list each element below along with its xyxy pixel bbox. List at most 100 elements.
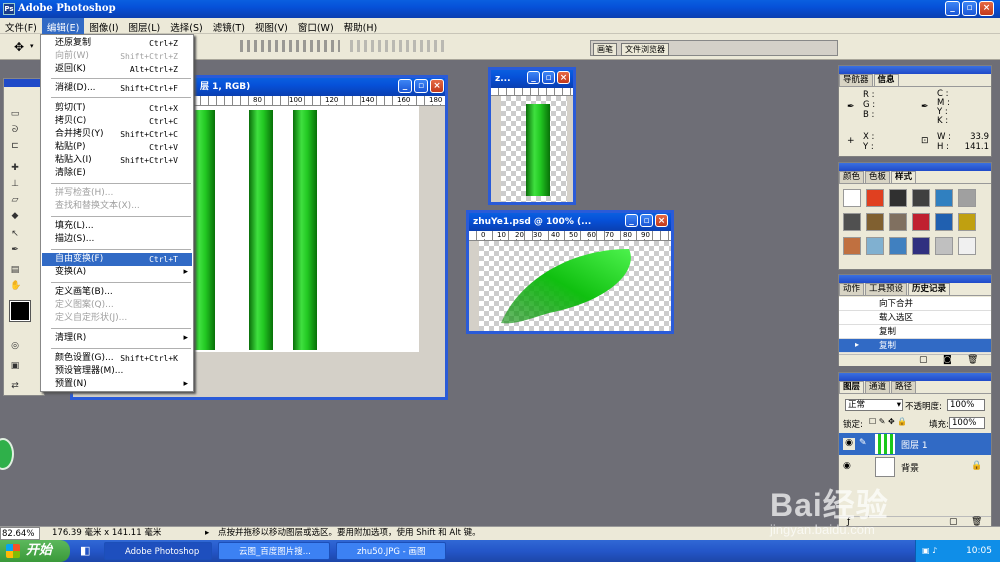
menu-item-preset-manager[interactable]: 预设管理器(M)... — [42, 365, 192, 378]
align-buttons[interactable] — [240, 40, 340, 52]
notes-tool-icon[interactable]: ▤ — [10, 265, 20, 275]
delete-state-icon[interactable]: 🗑 — [967, 355, 978, 365]
menu-item-color-settings[interactable]: 颜色设置(G)... Shift+Ctrl+K — [42, 352, 192, 365]
doc-minimize-button[interactable]: _ — [398, 79, 412, 93]
style-swatch[interactable] — [889, 189, 907, 207]
close-button[interactable]: × — [979, 1, 994, 16]
style-swatch[interactable] — [866, 189, 884, 207]
style-swatch[interactable] — [866, 213, 884, 231]
menu-item-paste-into[interactable]: 粘贴入(I) Shift+Ctrl+V — [42, 154, 192, 167]
leaf-doc-maximize-button[interactable]: ▫ — [640, 214, 653, 227]
tab-layers[interactable]: 图层 — [839, 381, 865, 393]
style-swatch[interactable] — [889, 237, 907, 255]
menu-item-transform[interactable]: 变换(A) ▸ — [42, 266, 192, 279]
layer-row-layer1[interactable]: ◉ ✎ 图层 1 — [839, 433, 991, 455]
menu-item-clear[interactable]: 清除(E) — [42, 167, 192, 180]
crop-tool-icon[interactable]: ⊏ — [10, 141, 20, 151]
history-step[interactable]: 载入选区 — [839, 311, 991, 325]
menu-item-step-backward[interactable]: 返回(K) Alt+Ctrl+Z — [42, 63, 192, 76]
style-swatch[interactable] — [958, 189, 976, 207]
tab-actions[interactable]: 动作 — [839, 283, 865, 295]
small-doc-close-button[interactable]: × — [557, 71, 570, 84]
style-swatch[interactable] — [935, 213, 953, 231]
jump-to-imageready-icon[interactable]: ⇄ — [10, 381, 20, 391]
menu-item-copy-merged[interactable]: 合并拷贝(Y) Shift+Ctrl+C — [42, 128, 192, 141]
marquee-tool-icon[interactable]: ▭ — [10, 109, 20, 119]
tab-navigator[interactable]: 导航器 — [839, 74, 873, 86]
tab-brush[interactable]: 画笔 — [593, 43, 617, 56]
foreground-color[interactable] — [9, 300, 31, 322]
small-doc-minimize-button[interactable]: _ — [527, 71, 540, 84]
minimize-button[interactable]: _ — [945, 1, 960, 16]
opacity-input[interactable]: 100% — [947, 399, 985, 411]
menu-item-undo[interactable]: 还原复制 Ctrl+Z — [42, 37, 192, 50]
snapshot-icon[interactable]: ◙ — [943, 355, 952, 365]
layer-row-background[interactable]: ◉ 背景 🔒 — [839, 456, 991, 478]
maximize-button[interactable]: ▫ — [962, 1, 977, 16]
style-swatch[interactable] — [866, 237, 884, 255]
quick-mask-icon[interactable]: ◎ — [10, 341, 20, 351]
path-select-tool-icon[interactable]: ↖ — [10, 229, 20, 239]
tab-color[interactable]: 颜色 — [839, 171, 865, 183]
leaf-doc-minimize-button[interactable]: _ — [625, 214, 638, 227]
style-swatch[interactable] — [912, 237, 930, 255]
menu-item-preferences[interactable]: 预置(N) ▸ — [42, 378, 192, 391]
zoom-input[interactable]: 82.64% — [0, 527, 40, 540]
new-document-icon[interactable]: ▢ — [919, 355, 928, 365]
small-doc-canvas[interactable] — [501, 96, 567, 202]
menu-item-define-pattern[interactable]: 定义图案(Q)... — [42, 299, 192, 312]
task-photoshop[interactable]: Adobe Photoshop — [104, 542, 212, 560]
tab-paths[interactable]: 路径 — [891, 381, 917, 393]
menu-item-define-brush[interactable]: 定义画笔(B)... — [42, 286, 192, 299]
leaf-doc-close-button[interactable]: × — [655, 214, 668, 227]
tab-file-browser[interactable]: 文件浏览器 — [621, 43, 669, 56]
style-swatch[interactable] — [958, 213, 976, 231]
menu-item-fade[interactable]: 消褪(D)... Shift+Ctrl+F — [42, 82, 192, 95]
style-swatch[interactable] — [843, 189, 861, 207]
lasso-tool-icon[interactable]: ᘐ — [10, 125, 20, 135]
tab-history[interactable]: 历史记录 — [908, 283, 951, 295]
style-swatch[interactable] — [958, 237, 976, 255]
tab-styles[interactable]: 样式 — [891, 171, 917, 183]
style-swatch[interactable] — [935, 189, 953, 207]
menu-item-purge[interactable]: 清理(R) ▸ — [42, 332, 192, 345]
style-swatch[interactable] — [935, 237, 953, 255]
style-swatch[interactable] — [912, 213, 930, 231]
small-doc-maximize-button[interactable]: ▫ — [542, 71, 555, 84]
doc-close-button[interactable]: × — [430, 79, 444, 93]
tab-tool-presets[interactable]: 工具预设 — [865, 283, 908, 295]
task-paint[interactable]: zhu50.JPG - 画图 — [336, 542, 446, 560]
menu-item-stroke[interactable]: 描边(S)... — [42, 233, 192, 246]
dropdown-arrow-icon[interactable]: ▾ — [30, 42, 34, 50]
menu-item-fill[interactable]: 填充(L)... — [42, 220, 192, 233]
visibility-eye-icon[interactable]: ◉ — [843, 461, 851, 471]
style-swatch[interactable] — [889, 213, 907, 231]
task-browser[interactable]: 云图_百度图片搜... — [218, 542, 330, 560]
floating-badge[interactable] — [0, 438, 14, 470]
status-arrow-icon[interactable]: ▸ — [205, 527, 209, 540]
menu-item-define-shape[interactable]: 定义自定形状(J)... — [42, 312, 192, 325]
menu-item-paste[interactable]: 粘贴(P) Ctrl+V — [42, 141, 192, 154]
leaf-doc-canvas[interactable] — [479, 241, 671, 331]
menu-item-step-forward[interactable]: 向前(W) Shift+Ctrl+Z — [42, 50, 192, 63]
history-step-current[interactable]: 复制 — [839, 339, 991, 353]
lock-icons[interactable]: ☐ ✎ ✥ 🔒 — [869, 417, 907, 426]
tab-info[interactable]: 信息 — [873, 74, 899, 86]
style-swatch[interactable] — [912, 189, 930, 207]
history-step[interactable]: 复制 — [839, 325, 991, 339]
tab-channels[interactable]: 通道 — [865, 381, 891, 393]
quicklaunch-icon[interactable]: ◧ — [80, 544, 90, 557]
distribute-buttons[interactable] — [350, 40, 445, 52]
blend-mode-select[interactable]: 正常 ▾ — [845, 399, 903, 411]
menu-item-find-replace[interactable]: 查找和替换文本(X)... — [42, 200, 192, 213]
menu-item-copy[interactable]: 拷贝(C) Ctrl+C — [42, 115, 192, 128]
screen-mode-icon[interactable]: ▣ — [10, 361, 20, 371]
style-swatch[interactable] — [843, 213, 861, 231]
pen-tool-icon[interactable]: ✒ — [10, 245, 20, 255]
stamp-tool-icon[interactable]: ⊥ — [10, 179, 20, 189]
hand-tool-icon[interactable]: ✋ — [10, 281, 21, 291]
move-tool-icon[interactable]: ✥ — [14, 40, 24, 54]
blur-tool-icon[interactable]: ◆ — [10, 211, 20, 221]
menu-item-free-transform[interactable]: 自由变换(F) Ctrl+T — [42, 253, 192, 266]
fill-input[interactable]: 100% — [949, 417, 985, 429]
